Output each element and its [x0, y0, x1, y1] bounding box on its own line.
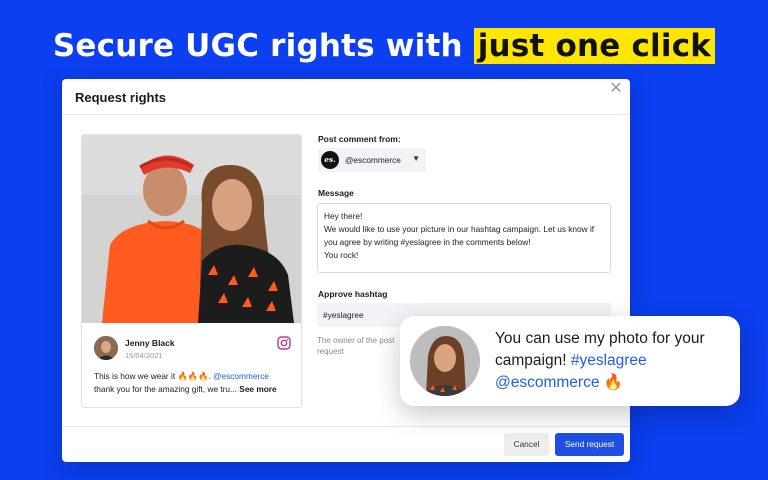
see-more-link[interactable]: See more — [239, 384, 276, 394]
reply-text: You can use my photo for your campaign! … — [495, 328, 735, 394]
post-date: 15/04/2021 — [125, 351, 163, 360]
post-caption-text: This is how we wear it 🔥🔥🔥. — [94, 371, 214, 381]
modal-title: Request rights — [75, 90, 167, 105]
author-name[interactable]: Jenny Black — [125, 338, 175, 348]
author-avatar — [94, 336, 118, 360]
close-icon[interactable]: ✕ — [608, 81, 624, 97]
post-photo — [82, 135, 301, 323]
cancel-button[interactable]: Cancel — [504, 433, 549, 456]
post-preview-card: Jenny Black 15/04/2021 This is how we we… — [81, 134, 302, 408]
reply-hashtag: #yeslagree — [570, 352, 647, 369]
post-caption-line2: thank you for the amazing gift, we tru..… — [94, 384, 240, 394]
send-request-button[interactable]: Send request — [555, 433, 624, 456]
modal-footer-divider — [62, 426, 630, 427]
account-name: @escommerce — [345, 155, 401, 165]
headline: Secure UGC rights with just one click — [0, 28, 768, 64]
hashtag-hint: The owner of the post request — [317, 336, 395, 356]
headline-highlight: just one click — [473, 28, 716, 64]
post-from-label: Post comment from: — [318, 134, 401, 144]
post-mention-link[interactable]: @escommerce — [213, 371, 269, 381]
instagram-icon[interactable] — [277, 336, 291, 350]
fire-emoji-icon: 🔥 — [603, 374, 624, 391]
chevron-down-icon: ▼ — [412, 154, 420, 163]
escommerce-logo-icon: es. — [321, 151, 339, 169]
reply-bubble: You can use my photo for your campaign! … — [400, 316, 740, 406]
account-select[interactable]: es. @escommerce ▼ — [318, 148, 426, 172]
message-label: Message — [318, 188, 354, 198]
post-header: Jenny Black 15/04/2021 — [94, 336, 291, 362]
hashtag-label: Approve hashtag — [318, 289, 388, 299]
commenter-avatar — [410, 326, 480, 396]
reply-mention: @escommerce — [495, 374, 600, 391]
modal-header-divider — [62, 114, 630, 115]
message-textarea[interactable]: Hey there! We would like to use your pic… — [317, 203, 611, 273]
headline-prefix: Secure UGC rights with — [52, 28, 474, 64]
post-caption: This is how we wear it 🔥🔥🔥. @escommerce … — [94, 370, 294, 396]
